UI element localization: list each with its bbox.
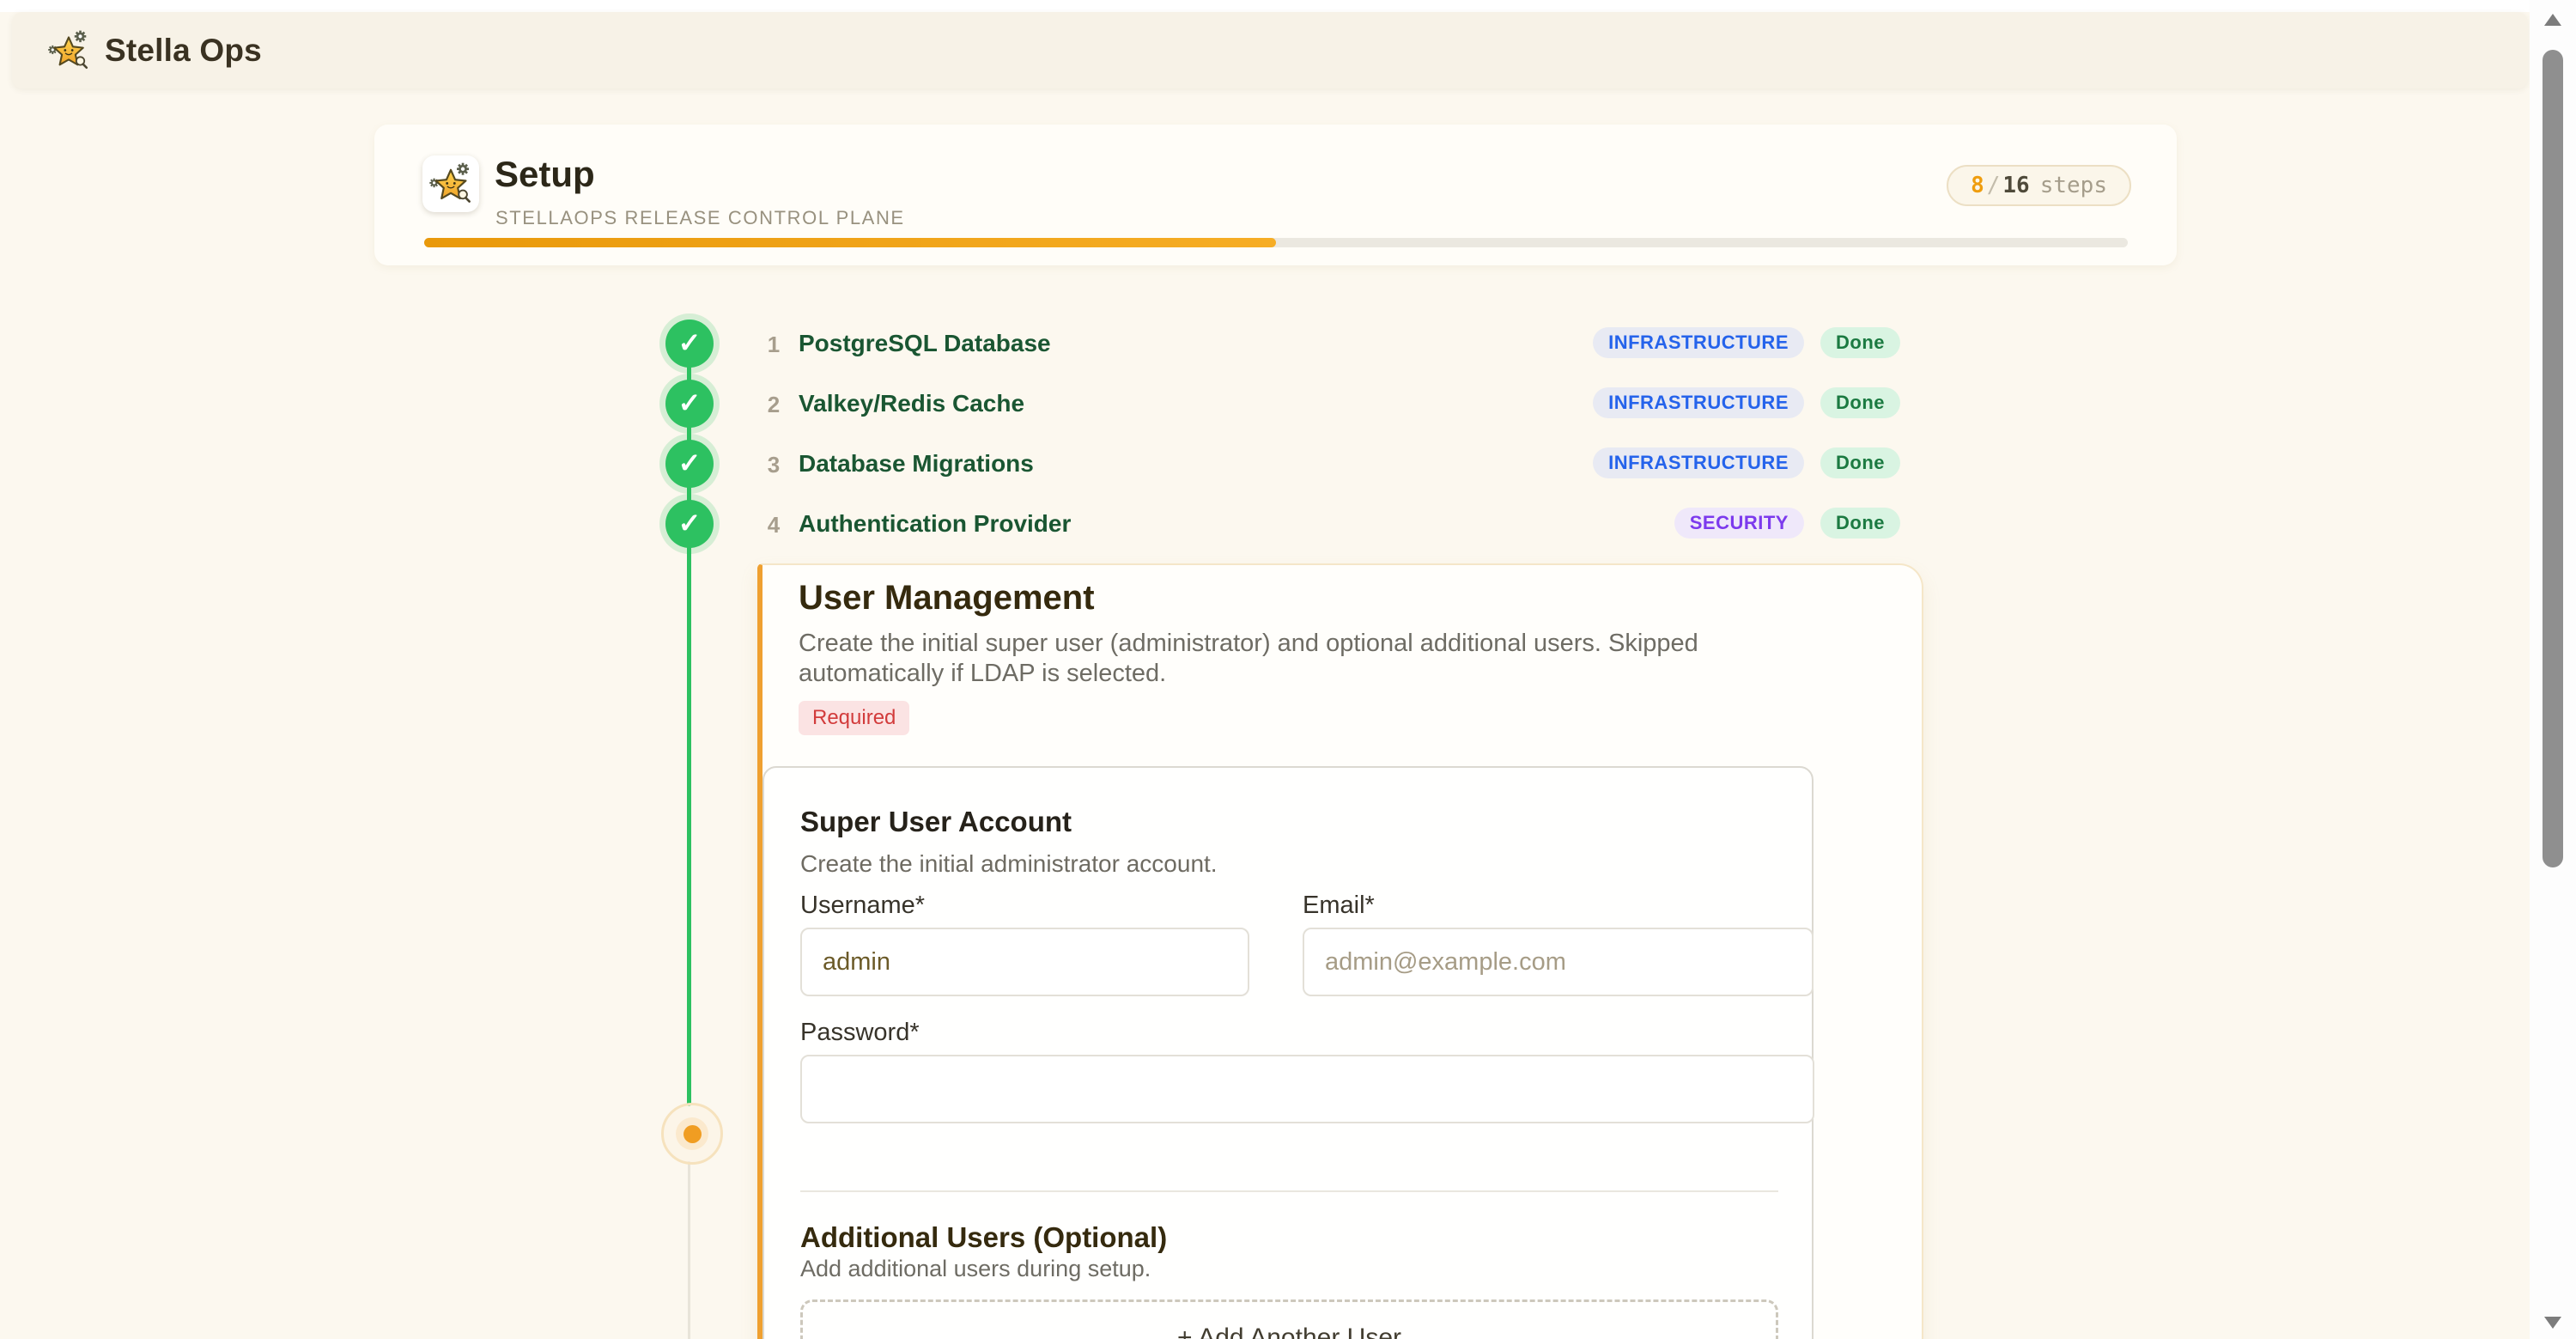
add-another-user-button[interactable]: + Add Another User (800, 1299, 1778, 1339)
step-label: PostgreSQL Database (799, 330, 1051, 357)
setup-title: Setup (495, 154, 595, 195)
section-divider (800, 1190, 1778, 1192)
setup-step-row[interactable]: ✓ 1 PostgreSQL Database INFRASTRUCTURE D… (374, 313, 2177, 374)
password-field[interactable] (800, 1055, 1814, 1123)
step-status-badge: Done (1820, 387, 1900, 418)
step-number: 3 (761, 452, 787, 478)
scrollbar[interactable] (2530, 0, 2576, 1339)
required-badge: Required (799, 701, 909, 735)
setup-subtitle: STELLAOPS RELEASE CONTROL PLANE (495, 207, 905, 229)
section-description: Create the initial super user (administr… (799, 629, 1698, 689)
scrollbar-up-arrow-icon[interactable] (2544, 14, 2561, 26)
step-complete-check-icon: ✓ (665, 320, 714, 368)
step-complete-check-icon: ✓ (665, 380, 714, 428)
stella-ops-logo-icon (46, 28, 91, 73)
step-category-badge: INFRASTRUCTURE (1593, 327, 1804, 358)
brand: Stella Ops (46, 28, 262, 73)
timeline-line-upcoming (688, 1161, 690, 1339)
setup-progress-fill (424, 238, 1276, 247)
step-label: Valkey/Redis Cache (799, 390, 1024, 417)
scrollbar-down-arrow-icon[interactable] (2544, 1317, 2561, 1329)
step-number: 4 (761, 512, 787, 539)
step-status-badge: Done (1820, 327, 1900, 358)
setup-progress-card: Setup STELLAOPS RELEASE CONTROL PLANE 8 … (374, 125, 2177, 265)
step-number: 1 (761, 332, 787, 358)
brand-name: Stella Ops (105, 33, 262, 69)
steps-done-count: 8 (1971, 173, 1984, 198)
app-header: Stella Ops (12, 12, 2528, 88)
steps-total-count: 16 (2002, 173, 2029, 198)
step-category-badge: SECURITY (1674, 508, 1804, 539)
step-status-badge: Done (1820, 447, 1900, 478)
step-label: Authentication Provider (799, 510, 1071, 538)
stella-star-mascot-icon (46, 28, 91, 73)
stella-ops-setup-page: Stella Ops (0, 0, 2576, 1339)
step-category-badge: INFRASTRUCTURE (1593, 447, 1804, 478)
magnifier-icon (459, 191, 469, 202)
email-field[interactable] (1303, 928, 1814, 996)
username-label: Username* (800, 892, 925, 920)
stella-star-mascot-icon (428, 161, 474, 207)
setup-card-icon (422, 155, 479, 212)
setup-step-row[interactable]: ✓ 4 Authentication Provider SECURITY Don… (374, 494, 2177, 554)
step-category-badge: INFRASTRUCTURE (1593, 387, 1804, 418)
step-number: 2 (761, 392, 787, 418)
stella-star-icon (428, 161, 474, 207)
step-complete-check-icon: ✓ (665, 500, 714, 548)
password-label: Password* (800, 1019, 920, 1047)
section-title: User Management (799, 578, 1095, 618)
scrollbar-thumb[interactable] (2543, 50, 2563, 867)
setup-step-row[interactable]: ✓ 3 Database Migrations INFRASTRUCTURE D… (374, 434, 2177, 494)
username-field[interactable] (800, 928, 1249, 996)
super-user-title: Super User Account (800, 806, 1072, 838)
email-label: Email* (1303, 892, 1375, 920)
magnifier-icon (76, 57, 87, 67)
additional-users-title: Additional Users (Optional) (800, 1221, 1167, 1254)
setup-step-row[interactable]: ✓ 2 Valkey/Redis Cache INFRASTRUCTURE Do… (374, 374, 2177, 434)
completed-steps-list: ✓ 1 PostgreSQL Database INFRASTRUCTURE D… (374, 313, 2177, 554)
super-user-account-card: Super User Account Create the initial ad… (762, 766, 1814, 1339)
top-margin-strip (0, 0, 2576, 12)
steps-counter-badge: 8 / 16 steps (1947, 165, 2131, 206)
additional-users-subtitle: Add additional users during setup. (800, 1256, 1151, 1282)
step-status-badge: Done (1820, 508, 1900, 539)
step-complete-check-icon: ✓ (665, 440, 714, 488)
current-step-dot-icon (683, 1125, 702, 1143)
setup-progress-track (424, 238, 2128, 247)
super-user-subtitle: Create the initial administrator account… (800, 850, 1218, 878)
user-management-panel: User Management Create the initial super… (757, 563, 1923, 1339)
timeline-current-step-dot (661, 1103, 723, 1165)
step-label: Database Migrations (799, 450, 1034, 478)
